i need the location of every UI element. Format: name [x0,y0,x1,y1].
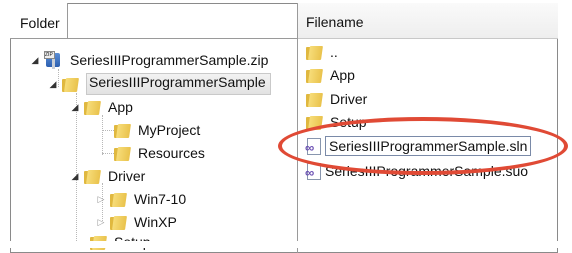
column-header-filename[interactable]: Filename [298,3,558,39]
collapse-arrow-icon[interactable]: ◢ [30,54,40,66]
file-name: Driver [330,91,368,107]
file-row-parent[interactable]: .. [306,41,338,63]
tree-item-label: Driver [108,168,146,184]
folder-icon [62,77,80,92]
file-name: SeriesIIIProgrammerSample.suo [325,163,529,179]
solution-file-icon: ∞ [305,163,322,180]
tree-item-resources[interactable]: Resources [114,142,205,164]
tree-item-label: WinXP [134,214,177,230]
folder-icon [110,215,128,230]
tab-divider [68,38,297,39]
folder-icon [306,115,324,130]
folder-icon [110,192,128,207]
collapse-arrow-icon[interactable]: ◢ [70,170,80,182]
tree-item-win7[interactable]: ▷ Win7-10 [96,188,187,210]
tree-item-driver[interactable]: ◢ Driver [70,165,146,187]
tab-folder[interactable]: Folder [10,3,68,39]
tree-item-myproject[interactable]: MyProject [114,119,200,141]
tree-guide-line [102,115,103,155]
tree-item-winxp[interactable]: ▷ WinXP [96,211,177,233]
zip-archive-icon: ZIP [44,51,64,69]
folder-icon [114,146,132,161]
file-name: SeriesIIIProgrammerSample.sln [325,136,532,156]
file-row-app[interactable]: App [306,64,355,86]
folder-pane: Folder ◢ ZIP SeriesIIIProgrammerSample.z… [10,3,298,253]
file-name: .. [330,44,338,60]
expand-arrow-icon[interactable]: ▷ [96,193,106,205]
tree-item-project[interactable]: ◢ SeriesIIIProgrammerSample [48,73,271,95]
file-row-driver[interactable]: Driver [306,88,367,110]
folder-icon [84,169,102,184]
collapse-arrow-icon[interactable]: ◢ [48,78,58,90]
file-list-pane: Filename .. App Driver Setup ∞ SeriesIII… [298,3,558,253]
tree-item-label: SeriesIIIProgrammerSample.zip [70,52,269,68]
tree-item-app[interactable]: ◢ App [70,96,133,118]
file-row-suo[interactable]: ∞ SeriesIIIProgrammerSample.suo [305,160,529,182]
collapse-arrow-icon[interactable]: ◢ [70,101,80,113]
tree-item-zip[interactable]: ◢ ZIP SeriesIIIProgrammerSample.zip [30,49,268,71]
solution-file-icon: ∞ [305,138,322,155]
expand-arrow-icon[interactable]: ▷ [96,216,106,228]
file-row-setup[interactable]: Setup [306,111,367,133]
tree-item-label: MyProject [138,122,201,138]
folder-icon [84,100,102,115]
file-name: App [330,67,355,83]
tree-item-label: Resources [138,145,205,161]
tree-item-label: Win7-10 [134,191,187,207]
file-row-sln[interactable]: ∞ SeriesIIIProgrammerSample.sln [305,135,532,157]
tree-item-label: SeriesIIIProgrammerSample [86,73,271,95]
folder-icon [114,123,132,138]
folder-icon [306,92,324,107]
image-bottom-edge [0,241,572,248]
file-name: Setup [330,114,367,130]
folder-icon [306,45,324,60]
folder-icon [306,68,324,83]
tree-item-label: App [108,99,133,115]
